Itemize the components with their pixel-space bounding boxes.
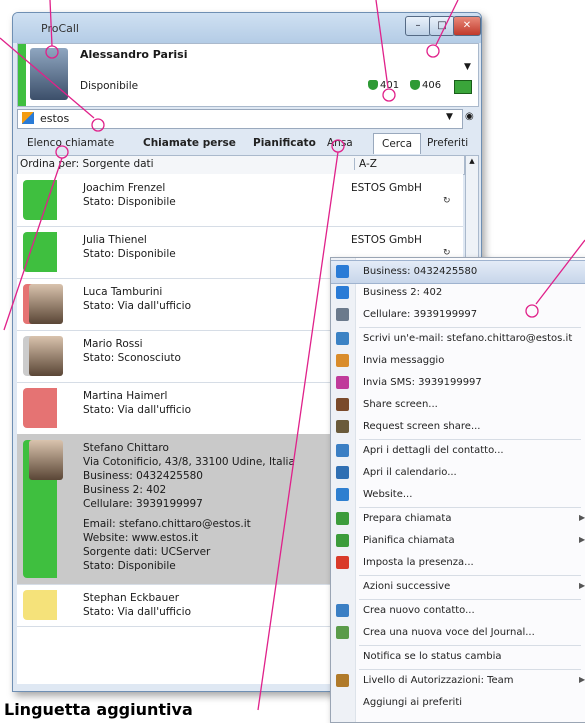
annotation-marker <box>525 304 539 318</box>
annotation-marker <box>382 88 396 102</box>
annotation-line <box>435 0 459 46</box>
annotation-line <box>535 239 585 305</box>
annotation-marker <box>55 145 69 159</box>
annotation-caption: Linguetta aggiuntiva <box>4 700 193 719</box>
annotation-line <box>257 151 339 711</box>
annotation-marker <box>91 118 105 132</box>
annotation-overlay <box>0 0 585 711</box>
annotation-line <box>49 0 53 47</box>
annotation-line <box>375 0 389 89</box>
annotation-line <box>3 157 63 331</box>
annotation-marker <box>426 44 440 58</box>
annotation-marker <box>331 139 345 153</box>
annotation-marker <box>45 45 59 59</box>
